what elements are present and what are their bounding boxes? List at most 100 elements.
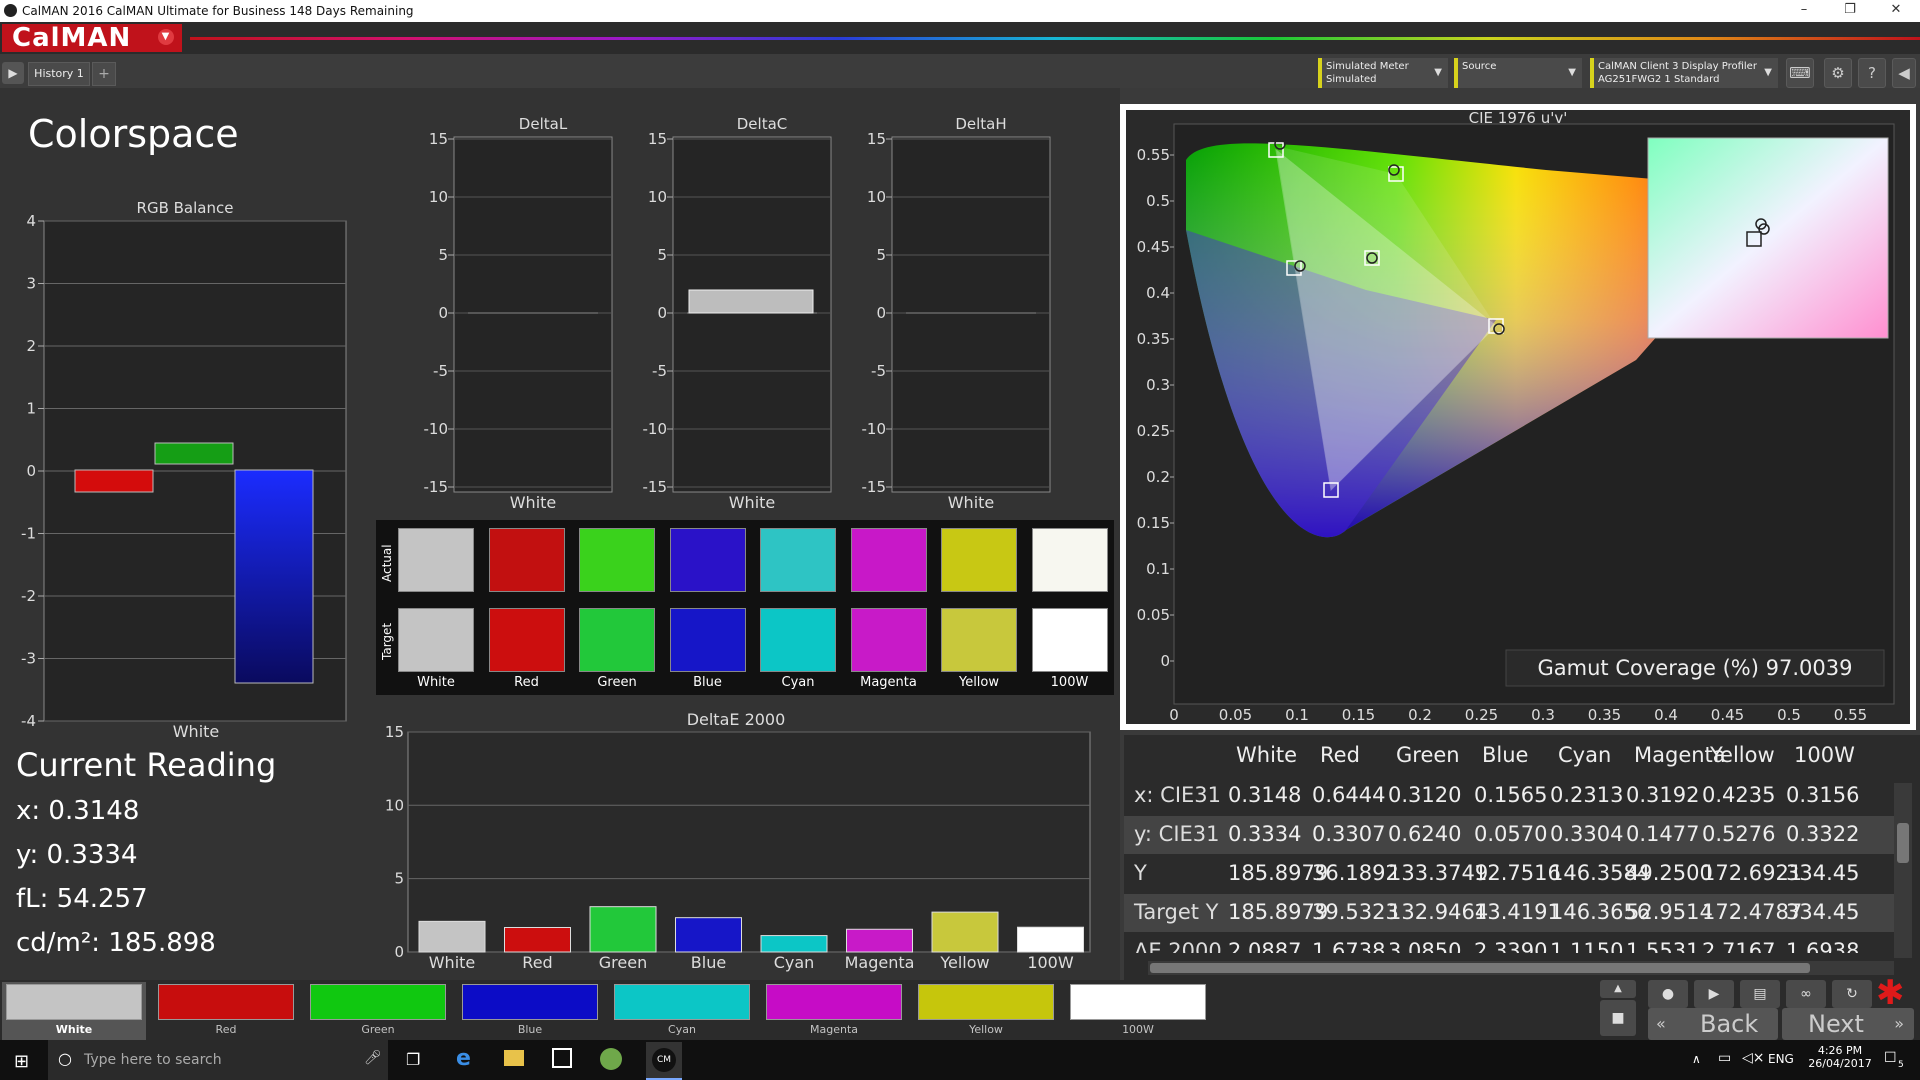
y-tick-label: -10 (424, 420, 449, 438)
swatch-label: White (417, 675, 455, 690)
display-select-value: AG251FWG2 1 Standard (1598, 74, 1720, 85)
table-header-cell: Green (1396, 743, 1460, 767)
save-icon[interactable]: ▤ (1740, 980, 1780, 1008)
table-vscrollbar[interactable] (1894, 783, 1912, 958)
refresh-icon[interactable]: ↻ (1832, 980, 1872, 1008)
x-tick-label: Yellow (939, 953, 989, 972)
reading-cdm2: cd/m²: 185.898 (16, 928, 216, 958)
page-title: Colorspace (28, 112, 239, 156)
table-vscroll-thumb[interactable] (1897, 823, 1909, 863)
table-cell: 2.7167 (1702, 939, 1776, 953)
source-select[interactable]: Source ▼ (1454, 58, 1582, 88)
display-select[interactable]: CalMAN Client 3 Display Profiler AG251FW… (1590, 58, 1778, 88)
chevron-down-icon: ▼ (158, 29, 174, 45)
network-icon[interactable]: ▭ (1718, 1050, 1731, 1066)
taskbar-clock[interactable]: 4:26 PM 26/04/2017 (1808, 1044, 1872, 1070)
actual-swatch (398, 528, 474, 592)
bottom-swatch-white[interactable]: White (2, 982, 146, 1040)
keyboard-icon[interactable]: ⌨ (1786, 58, 1814, 88)
meter-select[interactable]: Simulated Meter Simulated ▼ (1318, 58, 1448, 88)
paint-icon[interactable] (600, 1048, 622, 1070)
store-icon[interactable] (552, 1048, 572, 1068)
microphone-icon[interactable]: 🎤︎ (364, 1050, 382, 1066)
app-icon (4, 4, 17, 17)
reading-x: x: 0.3148 (16, 796, 140, 826)
bottom-swatch-magenta[interactable]: Magenta (762, 982, 906, 1040)
y-tick-label: 10 (429, 188, 448, 206)
cie-x-tick: 0.2 (1408, 706, 1432, 724)
cie-x-tick: 0.55 (1834, 706, 1867, 724)
bottom-swatch-green[interactable]: Green (306, 982, 450, 1040)
cie-x-tick: 0.15 (1342, 706, 1375, 724)
cie-zoom-inset (1647, 137, 1889, 339)
bottom-swatch-red[interactable]: Red (154, 982, 298, 1040)
close-button[interactable]: ✕ (1876, 0, 1916, 22)
add-tab-button[interactable]: + (92, 62, 116, 86)
asterisk-icon[interactable]: ✱ (1876, 976, 1905, 1010)
task-view-icon[interactable]: ❐ (406, 1050, 420, 1069)
table-hscroll-thumb[interactable] (1150, 963, 1810, 973)
delta-chart-xlabel: White (948, 493, 995, 512)
deltae-bar (1017, 926, 1084, 953)
y-tick-label: 3 (26, 275, 36, 293)
stop-square-icon[interactable]: ■ (1600, 1000, 1636, 1036)
table-cell: 36.1892 (1312, 861, 1399, 885)
taskbar-search[interactable]: ○ Type here to search 🎤︎ (48, 1040, 388, 1080)
actual-swatch (669, 528, 746, 592)
table-row: x: CIE31 0.3148 0.6444 0.3120 0.1565 0.2313 0.… (1124, 777, 1894, 815)
volume-icon[interactable]: ◁× (1742, 1050, 1765, 1066)
y-tick-label: 10 (648, 188, 667, 206)
y-tick-label: -5 (433, 362, 448, 380)
cie-svg: Gamut Coverage (%) 97.0039 CIE 1976 u'v'… (1137, 109, 1895, 724)
next-button[interactable]: Next » (1782, 1008, 1914, 1040)
calman-taskbar-icon[interactable]: CM (646, 1042, 682, 1080)
bottom-swatch-100w[interactable]: 100W (1066, 982, 1210, 1040)
tray-chevron-icon[interactable]: ∧ (1692, 1052, 1701, 1066)
back-button[interactable]: « Back (1648, 1008, 1778, 1040)
cie-x-tick: 0.35 (1588, 706, 1621, 724)
notifications-icon[interactable]: ☐ (1884, 1050, 1897, 1066)
display-select-label: CalMAN Client 3 Display Profiler (1598, 61, 1757, 72)
play-icon[interactable]: ▶ (2, 62, 24, 84)
stop-icon[interactable]: ● (1648, 980, 1688, 1008)
cie-y-tick: 0.35 (1137, 330, 1170, 348)
double-chevron-right-icon: » (1894, 1014, 1904, 1033)
cie-y-tick: 0.4 (1146, 284, 1170, 302)
y-tick-label: -15 (424, 478, 449, 496)
y-tick-label: -5 (652, 362, 667, 380)
bottom-swatch-yellow[interactable]: Yellow (914, 982, 1058, 1040)
swatch-label: Cyan (781, 675, 815, 690)
deltae-bar (504, 927, 571, 953)
y-tick-label: 10 (867, 188, 886, 206)
table-row: Y 185.8979 36.1892 133.3749 12.7516 146.3584 4… (1124, 855, 1894, 893)
bottom-swatch-label: Cyan (668, 1023, 696, 1036)
gear-icon[interactable]: ⚙ (1824, 58, 1852, 88)
calman-logo-menu[interactable]: CalMAN ▼ (2, 23, 182, 53)
up-arrow-icon[interactable]: ▲ (1600, 980, 1636, 998)
edge-browser-icon[interactable]: e (456, 1046, 471, 1071)
tab-history-1[interactable]: History 1 (28, 62, 90, 86)
deltae-title: DeltaE 2000 (687, 710, 786, 729)
loop-icon[interactable]: ∞ (1786, 980, 1826, 1008)
y-tick-label: 0 (394, 943, 404, 961)
y-tick-label: -15 (862, 478, 887, 496)
table-cell: 0.3192 (1626, 783, 1700, 807)
window-titlebar: CalMAN 2016 CalMAN Ultimate for Business… (0, 0, 1920, 22)
target-swatch (1031, 608, 1108, 672)
windows-start-icon[interactable]: ⊞ (14, 1051, 29, 1072)
swatch-color (614, 984, 750, 1020)
help-icon[interactable]: ? (1858, 58, 1886, 88)
bottom-swatch-blue[interactable]: Blue (458, 982, 602, 1040)
language-indicator[interactable]: ENG (1768, 1052, 1794, 1066)
y-tick-label: 15 (648, 130, 667, 148)
minimize-button[interactable]: – (1784, 0, 1824, 22)
file-explorer-icon[interactable] (504, 1050, 524, 1066)
bottom-swatch-cyan[interactable]: Cyan (610, 982, 754, 1040)
table-hscrollbar[interactable] (1148, 961, 1894, 975)
play-icon[interactable]: ▶ (1694, 980, 1734, 1008)
y-tick-label: 5 (394, 870, 404, 888)
table-row: ΔE 2000 2.0887 1.6738 3.0850 2.3390 1.1150 1.5… (1124, 933, 1894, 953)
chevron-left-icon[interactable]: ◀ (1892, 58, 1916, 88)
y-tick-label: -5 (871, 362, 886, 380)
restore-button[interactable]: ❐ (1830, 0, 1870, 22)
